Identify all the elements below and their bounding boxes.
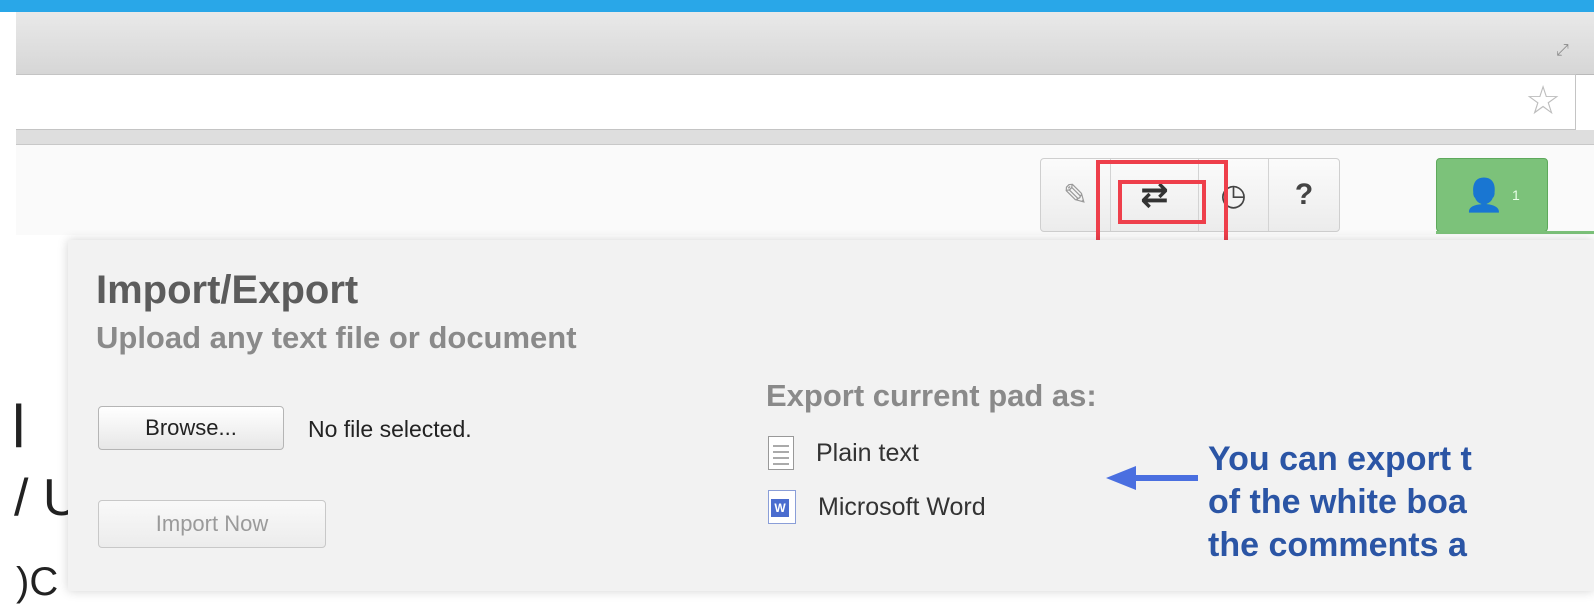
- text-file-icon: [768, 436, 794, 470]
- annotation-line: the comments a: [1208, 526, 1467, 564]
- file-status: No file selected.: [308, 416, 472, 442]
- toolbar-button-group: ✎ ⇄ ◷ ?: [1040, 158, 1340, 232]
- word-file-icon: [768, 490, 796, 524]
- browser-divider: [16, 130, 1594, 145]
- user-count: 1: [1512, 187, 1520, 203]
- browse-button[interactable]: Browse...: [98, 406, 284, 450]
- import-export-popup: Import/Export Upload any text file or do…: [68, 240, 1594, 591]
- users-button[interactable]: 👤 1: [1436, 158, 1548, 232]
- address-bar[interactable]: ☆: [16, 74, 1576, 130]
- background-text: l: [12, 393, 26, 460]
- export-plain-text[interactable]: Plain text: [768, 436, 919, 470]
- users-underline: [1436, 231, 1594, 234]
- history-clock-icon[interactable]: ◷: [1199, 159, 1269, 231]
- pencil-icon[interactable]: ✎: [1041, 159, 1111, 231]
- annotation-line: of the white boa: [1208, 483, 1467, 521]
- background-text: )C: [16, 560, 59, 604]
- annotation-line: You can export t: [1208, 440, 1472, 478]
- import-export-icon[interactable]: ⇄: [1111, 159, 1199, 231]
- annotation-note: You can export t of the white boa the co…: [1208, 438, 1472, 567]
- export-plain-text-label: Plain text: [816, 438, 919, 467]
- star-icon[interactable]: ☆: [1525, 81, 1561, 121]
- help-icon[interactable]: ?: [1269, 159, 1339, 231]
- popup-subtitle: Upload any text file or document: [96, 320, 577, 355]
- export-word-label: Microsoft Word: [818, 492, 986, 521]
- popup-title: Import/Export: [96, 268, 359, 312]
- export-heading: Export current pad as:: [766, 378, 1097, 413]
- browser-toolbar: ⤢: [16, 12, 1594, 75]
- left-arrow-icon: [1106, 466, 1198, 490]
- pad-toolbar: [16, 145, 1594, 235]
- import-now-button[interactable]: Import Now: [98, 500, 326, 548]
- export-microsoft-word[interactable]: Microsoft Word: [768, 490, 986, 524]
- top-band: [0, 0, 1594, 12]
- user-icon: 👤: [1464, 176, 1505, 214]
- resize-icon[interactable]: ⤢: [1556, 40, 1576, 60]
